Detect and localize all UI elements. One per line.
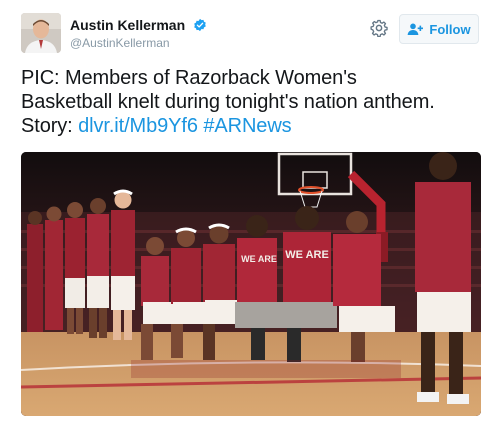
jersey-text-left: WE ARE: [241, 254, 277, 264]
jersey-text-center: WE ARE: [285, 249, 329, 261]
author-block: Austin Kellerman @AustinKellerman: [70, 16, 207, 50]
story-link[interactable]: dlvr.it/Mb9Yf6: [78, 115, 198, 137]
tweet-line-1: PIC: Members of Razorback Women's: [21, 67, 357, 89]
verified-badge-icon: [193, 18, 207, 32]
add-user-icon: [408, 23, 424, 35]
avatar[interactable]: [21, 13, 61, 53]
tweet-photo[interactable]: WE ARE WE ARE: [21, 152, 481, 416]
story-label: Story:: [21, 115, 73, 137]
tweet-header: Austin Kellerman @AustinKellerman Follow: [21, 13, 481, 53]
follow-label: Follow: [429, 21, 471, 37]
tweet-text: PIC: Members of Razorback Women's Basket…: [21, 66, 491, 138]
hashtag-link[interactable]: #ARNews: [203, 115, 291, 137]
follow-button[interactable]: Follow: [399, 14, 479, 44]
tweet-line-2: Basketball knelt during tonight's nation…: [21, 91, 435, 113]
gear-icon[interactable]: [370, 19, 388, 38]
author-name[interactable]: Austin Kellerman: [70, 17, 185, 33]
author-handle[interactable]: @AustinKellerman: [70, 36, 207, 50]
